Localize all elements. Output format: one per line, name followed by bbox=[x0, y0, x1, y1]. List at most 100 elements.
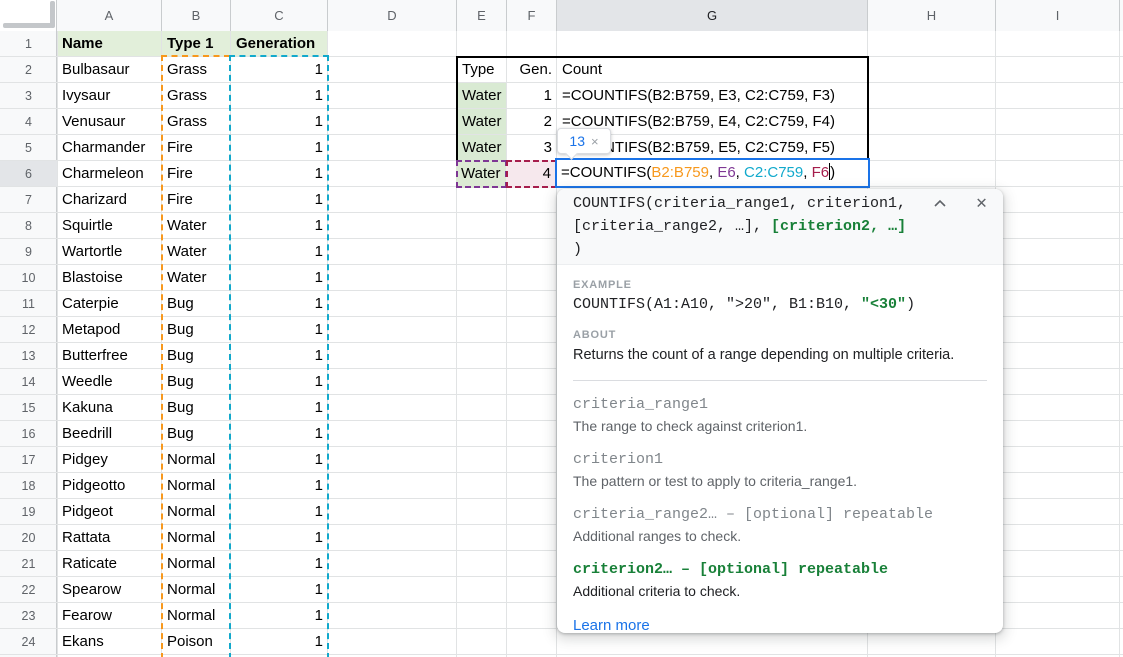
row-header[interactable]: 9 bbox=[0, 239, 57, 265]
chevron-up-icon[interactable] bbox=[933, 197, 947, 211]
generation-cell[interactable]: 1 bbox=[231, 447, 328, 473]
type-cell[interactable]: Bug bbox=[162, 291, 231, 317]
name-cell[interactable]: Pidgeotto bbox=[57, 473, 162, 499]
row-header[interactable]: 11 bbox=[0, 291, 57, 317]
generation-cell[interactable]: 1 bbox=[231, 265, 328, 291]
type-cell[interactable]: Normal bbox=[162, 473, 231, 499]
formula-edit-cell[interactable]: =COUNTIFS(B2:B759, E6, C2:C759, F6) bbox=[555, 158, 870, 188]
generation-cell[interactable]: 1 bbox=[231, 343, 328, 369]
row-header[interactable]: 1 bbox=[0, 31, 57, 57]
row-header[interactable]: 22 bbox=[0, 577, 57, 603]
row-header[interactable]: 3 bbox=[0, 83, 57, 109]
column-header-e[interactable]: E bbox=[457, 0, 507, 31]
cell-a1[interactable]: Name bbox=[57, 31, 162, 57]
type-cell[interactable]: Water bbox=[457, 83, 507, 109]
generation-cell[interactable]: 1 bbox=[231, 603, 328, 629]
cell-g2[interactable]: Count bbox=[557, 57, 868, 83]
row-header[interactable]: 14 bbox=[0, 369, 57, 395]
row-header[interactable]: 2 bbox=[0, 57, 57, 83]
row-header[interactable]: 12 bbox=[0, 317, 57, 343]
generation-cell[interactable]: 1 bbox=[231, 187, 328, 213]
type-cell[interactable]: Fire bbox=[162, 135, 231, 161]
gen-cell[interactable]: 1 bbox=[507, 83, 557, 109]
row-header[interactable]: 19 bbox=[0, 499, 57, 525]
column-header-b[interactable]: B bbox=[162, 0, 231, 31]
generation-cell[interactable]: 1 bbox=[231, 291, 328, 317]
row-header[interactable]: 7 bbox=[0, 187, 57, 213]
generation-cell[interactable]: 1 bbox=[231, 239, 328, 265]
row-header[interactable]: 18 bbox=[0, 473, 57, 499]
row-header[interactable]: 15 bbox=[0, 395, 57, 421]
row-header[interactable]: 13 bbox=[0, 343, 57, 369]
type-cell[interactable]: Normal bbox=[162, 551, 231, 577]
generation-cell[interactable]: 1 bbox=[231, 213, 328, 239]
row-header[interactable]: 6 bbox=[0, 161, 57, 187]
column-header-i[interactable]: I bbox=[996, 0, 1120, 31]
select-all-corner[interactable] bbox=[0, 0, 57, 31]
name-cell[interactable]: Charmeleon bbox=[57, 161, 162, 187]
column-header-c[interactable]: C bbox=[231, 0, 328, 31]
type-cell[interactable]: Bug bbox=[162, 317, 231, 343]
cell-b1[interactable]: Type 1 bbox=[162, 31, 231, 57]
gen-cell[interactable]: 3 bbox=[507, 135, 557, 161]
type-cell[interactable]: Grass bbox=[162, 109, 231, 135]
name-cell[interactable]: Kakuna bbox=[57, 395, 162, 421]
generation-cell[interactable]: 1 bbox=[231, 525, 328, 551]
column-header-f[interactable]: F bbox=[507, 0, 557, 31]
row-header[interactable]: 20 bbox=[0, 525, 57, 551]
generation-cell[interactable]: 1 bbox=[231, 57, 328, 83]
name-cell[interactable]: Wartortle bbox=[57, 239, 162, 265]
row-header[interactable]: 4 bbox=[0, 109, 57, 135]
type-cell[interactable]: Water bbox=[457, 135, 507, 161]
name-cell[interactable]: Butterfree bbox=[57, 343, 162, 369]
generation-cell[interactable]: 1 bbox=[231, 499, 328, 525]
referenced-cell-f6[interactable]: 4 bbox=[506, 160, 557, 188]
cell-f2[interactable]: Gen. bbox=[507, 57, 557, 83]
name-cell[interactable]: Venusaur bbox=[57, 109, 162, 135]
type-cell[interactable]: Fire bbox=[162, 161, 231, 187]
type-cell[interactable]: Water bbox=[162, 265, 231, 291]
preview-close-icon[interactable]: × bbox=[591, 134, 599, 149]
type-cell[interactable]: Bug bbox=[162, 369, 231, 395]
generation-cell[interactable]: 1 bbox=[231, 161, 328, 187]
type-cell[interactable]: Poison bbox=[162, 629, 231, 655]
generation-cell[interactable]: 1 bbox=[231, 551, 328, 577]
name-cell[interactable]: Raticate bbox=[57, 551, 162, 577]
name-cell[interactable]: Fearow bbox=[57, 603, 162, 629]
type-cell[interactable]: Water bbox=[162, 213, 231, 239]
generation-cell[interactable]: 1 bbox=[231, 395, 328, 421]
type-cell[interactable]: Normal bbox=[162, 603, 231, 629]
row-header[interactable]: 17 bbox=[0, 447, 57, 473]
generation-cell[interactable]: 1 bbox=[231, 317, 328, 343]
column-header-g[interactable]: G bbox=[557, 0, 868, 31]
name-cell[interactable]: Beedrill bbox=[57, 421, 162, 447]
name-cell[interactable]: Pidgey bbox=[57, 447, 162, 473]
generation-cell[interactable]: 1 bbox=[231, 369, 328, 395]
learn-more-link[interactable]: Learn more bbox=[573, 617, 650, 633]
row-header[interactable]: 24 bbox=[0, 629, 57, 655]
generation-cell[interactable]: 1 bbox=[231, 473, 328, 499]
gen-cell[interactable]: 2 bbox=[507, 109, 557, 135]
type-cell[interactable]: Bug bbox=[162, 395, 231, 421]
cell-e2[interactable]: Type bbox=[457, 57, 507, 83]
name-cell[interactable]: Ekans bbox=[57, 629, 162, 655]
type-cell[interactable]: Bug bbox=[162, 421, 231, 447]
column-header-a[interactable]: A bbox=[57, 0, 162, 31]
name-cell[interactable]: Pidgeot bbox=[57, 499, 162, 525]
type-cell[interactable]: Bug bbox=[162, 343, 231, 369]
type-cell[interactable]: Normal bbox=[162, 499, 231, 525]
type-cell[interactable]: Water bbox=[162, 239, 231, 265]
row-header[interactable]: 23 bbox=[0, 603, 57, 629]
name-cell[interactable]: Rattata bbox=[57, 525, 162, 551]
type-cell[interactable]: Grass bbox=[162, 57, 231, 83]
formula-cell[interactable]: =COUNTIFS(B2:B759, E3, C2:C759, F3) bbox=[557, 83, 868, 109]
generation-cell[interactable]: 1 bbox=[231, 629, 328, 655]
column-header-d[interactable]: D bbox=[328, 0, 457, 31]
row-header[interactable]: 5 bbox=[0, 135, 57, 161]
generation-cell[interactable]: 1 bbox=[231, 109, 328, 135]
name-cell[interactable]: Caterpie bbox=[57, 291, 162, 317]
generation-cell[interactable]: 1 bbox=[231, 577, 328, 603]
type-cell[interactable]: Fire bbox=[162, 187, 231, 213]
row-header[interactable]: 21 bbox=[0, 551, 57, 577]
name-cell[interactable]: Bulbasaur bbox=[57, 57, 162, 83]
